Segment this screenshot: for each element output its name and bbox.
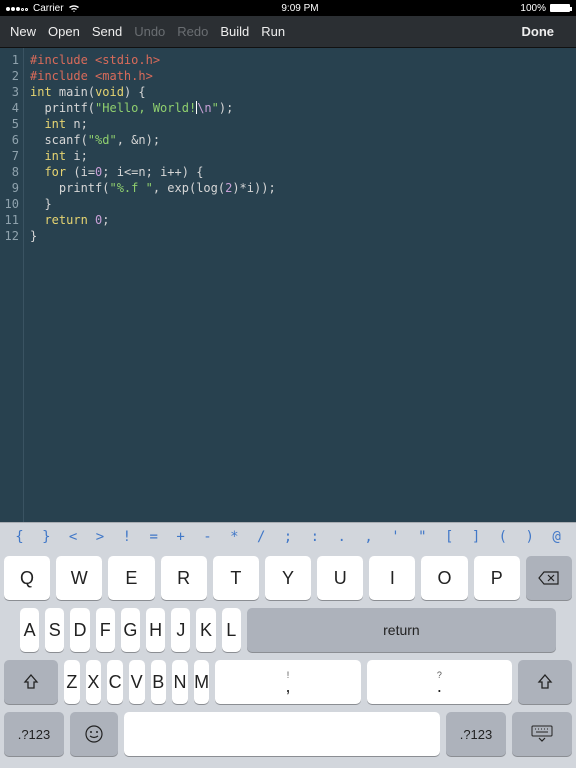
send-button[interactable]: Send <box>92 24 122 39</box>
carrier-label: Carrier <box>33 3 64 14</box>
sym-key[interactable]: > <box>87 529 114 545</box>
sym-key[interactable]: - <box>194 529 221 545</box>
key-row-3: ZXCVBNM !, ?. <box>4 660 572 704</box>
code-editor[interactable]: 123456789101112 #include <stdio.h> #incl… <box>0 48 576 522</box>
sym-key[interactable]: ] <box>463 529 490 545</box>
sym-key[interactable]: < <box>60 529 87 545</box>
key-g[interactable]: G <box>121 608 140 652</box>
sym-key[interactable]: ) <box>516 529 543 545</box>
key-w[interactable]: W <box>56 556 102 600</box>
return-key[interactable]: return <box>247 608 556 652</box>
sym-key[interactable]: . <box>328 529 355 545</box>
build-button[interactable]: Build <box>220 24 249 39</box>
key-r[interactable]: R <box>161 556 207 600</box>
done-button[interactable]: Done <box>522 24 555 39</box>
new-button[interactable]: New <box>10 24 36 39</box>
key-z[interactable]: Z <box>64 660 80 704</box>
sym-key[interactable]: = <box>140 529 167 545</box>
key-row-4: .?123 .?123 <box>4 712 572 756</box>
toolbar: New Open Send Undo Redo Build Run Done <box>0 16 576 48</box>
open-button[interactable]: Open <box>48 24 80 39</box>
sym-key[interactable]: { <box>6 529 33 545</box>
status-bar: Carrier 9:09 PM 100% <box>0 0 576 16</box>
key-v[interactable]: V <box>129 660 145 704</box>
symbol-row: {}<>!=+-*/;:.,'"[]()@ <box>0 522 576 550</box>
wifi-icon <box>68 4 80 13</box>
key-c[interactable]: C <box>107 660 123 704</box>
shift-key-right[interactable] <box>518 660 572 704</box>
sym-key[interactable]: ' <box>382 529 409 545</box>
key-m[interactable]: M <box>194 660 210 704</box>
key-y[interactable]: Y <box>265 556 311 600</box>
key-x[interactable]: X <box>86 660 102 704</box>
key-u[interactable]: U <box>317 556 363 600</box>
sym-key[interactable]: @ <box>543 529 570 545</box>
key-l[interactable]: L <box>222 608 241 652</box>
sym-key[interactable]: / <box>248 529 275 545</box>
sym-key[interactable]: ; <box>275 529 302 545</box>
key-d[interactable]: D <box>70 608 89 652</box>
keyboard: QWERTYUIOP ASDFGHJKL return ZXCVBNM !, ?… <box>0 550 576 768</box>
shift-icon <box>536 673 554 691</box>
key-k[interactable]: K <box>196 608 215 652</box>
key-j[interactable]: J <box>171 608 190 652</box>
run-button[interactable]: Run <box>261 24 285 39</box>
period-key[interactable]: ?. <box>367 660 512 704</box>
key-a[interactable]: A <box>20 608 39 652</box>
sym-key[interactable]: " <box>409 529 436 545</box>
signal-dots-icon <box>6 3 29 14</box>
key-p[interactable]: P <box>474 556 520 600</box>
emoji-icon <box>84 724 104 744</box>
sym-key[interactable]: * <box>221 529 248 545</box>
key-row-2: ASDFGHJKL return <box>4 608 572 652</box>
sym-key[interactable]: , <box>355 529 382 545</box>
key-h[interactable]: H <box>146 608 165 652</box>
space-key[interactable] <box>124 712 440 756</box>
hide-keyboard-key[interactable] <box>512 712 572 756</box>
sym-key[interactable]: ( <box>489 529 516 545</box>
key-q[interactable]: Q <box>4 556 50 600</box>
code-area[interactable]: #include <stdio.h> #include <math.h> int… <box>24 48 276 522</box>
shift-icon <box>22 673 40 691</box>
backspace-key[interactable] <box>526 556 572 600</box>
key-o[interactable]: O <box>421 556 467 600</box>
battery-pct: 100% <box>520 3 546 14</box>
line-gutter: 123456789101112 <box>0 48 24 522</box>
battery-icon <box>550 4 570 12</box>
key-b[interactable]: B <box>151 660 167 704</box>
undo-button[interactable]: Undo <box>134 24 165 39</box>
key-t[interactable]: T <box>213 556 259 600</box>
sym-key[interactable]: + <box>167 529 194 545</box>
key-i[interactable]: I <box>369 556 415 600</box>
hide-keyboard-icon <box>530 725 554 743</box>
sym-key[interactable]: ! <box>113 529 140 545</box>
backspace-icon <box>538 570 560 586</box>
key-e[interactable]: E <box>108 556 154 600</box>
key-row-1: QWERTYUIOP <box>4 556 572 600</box>
emoji-key[interactable] <box>70 712 118 756</box>
sym-key[interactable]: [ <box>436 529 463 545</box>
sym-key[interactable]: : <box>301 529 328 545</box>
mode-key-left[interactable]: .?123 <box>4 712 64 756</box>
key-f[interactable]: F <box>96 608 115 652</box>
key-s[interactable]: S <box>45 608 64 652</box>
redo-button[interactable]: Redo <box>177 24 208 39</box>
mode-key-right[interactable]: .?123 <box>446 712 506 756</box>
shift-key-left[interactable] <box>4 660 58 704</box>
comma-key[interactable]: !, <box>215 660 360 704</box>
clock: 9:09 PM <box>281 3 318 14</box>
key-n[interactable]: N <box>172 660 188 704</box>
sym-key[interactable]: } <box>33 529 60 545</box>
